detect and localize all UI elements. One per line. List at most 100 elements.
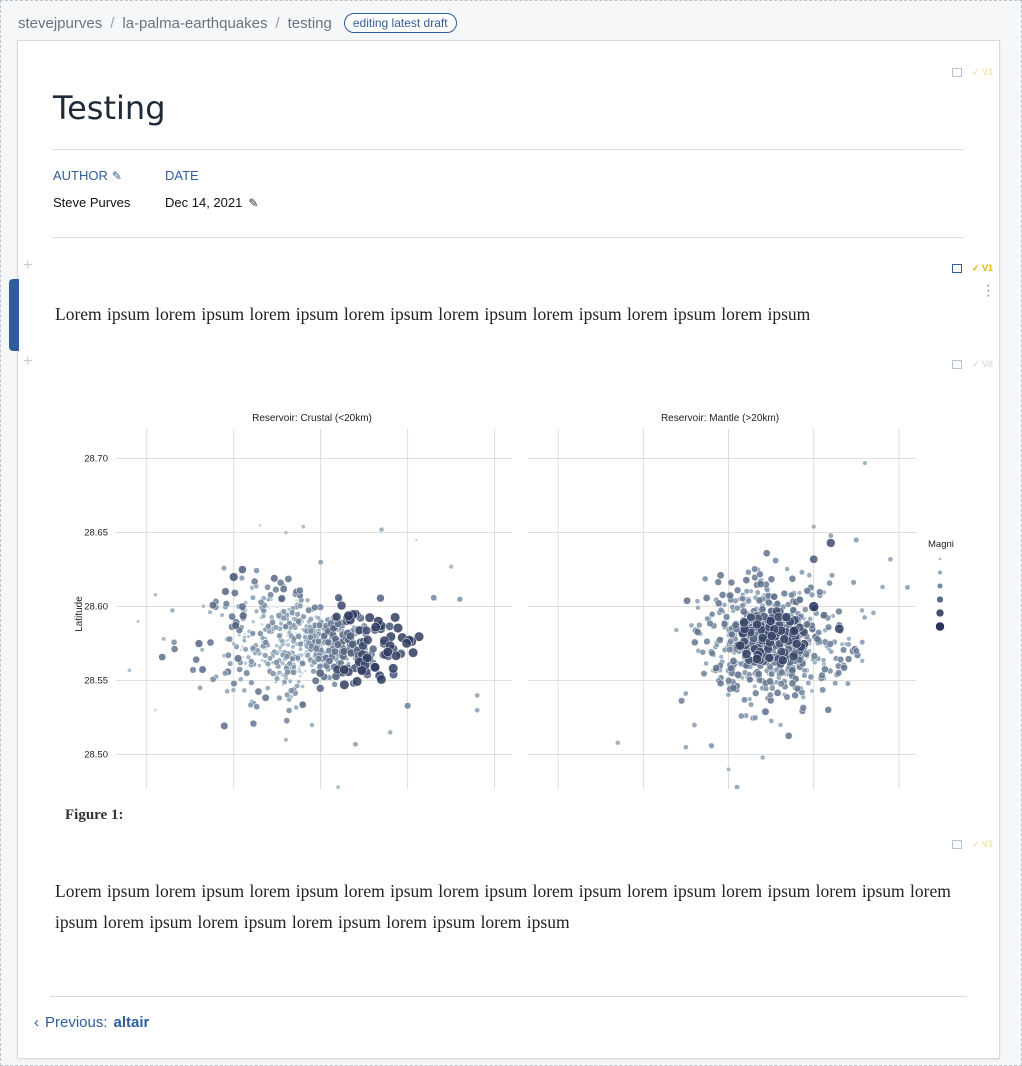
data-point xyxy=(298,646,304,652)
add-block-icon[interactable]: + xyxy=(23,257,32,275)
version-indicator[interactable]: ✓ V1 xyxy=(972,263,993,274)
data-point xyxy=(729,657,738,665)
data-point xyxy=(127,667,132,673)
data-point xyxy=(300,684,305,689)
data-point xyxy=(226,635,234,643)
legend-marker xyxy=(938,557,942,561)
data-point xyxy=(304,597,311,603)
y-tick-label: 28.65 xyxy=(84,528,108,539)
block-menu-icon[interactable]: · · · xyxy=(986,278,991,304)
data-point xyxy=(238,602,247,611)
data-point xyxy=(261,693,270,702)
data-point xyxy=(789,606,797,614)
data-point xyxy=(260,622,264,627)
data-point xyxy=(754,589,761,596)
active-block-handle[interactable] xyxy=(9,279,19,351)
paragraph-1[interactable]: Lorem ipsum lorem ipsum lorem ipsum lore… xyxy=(55,299,970,330)
paragraph-block-tools: ✓ V1 xyxy=(951,839,993,850)
data-point xyxy=(230,589,239,597)
breadcrumb-project-link[interactable]: la-palma-earthquakes xyxy=(122,15,267,32)
data-point xyxy=(290,669,297,676)
data-point xyxy=(219,612,225,618)
data-point xyxy=(297,602,304,610)
date-label: DATE xyxy=(165,168,199,183)
comment-icon[interactable] xyxy=(951,360,962,369)
page-title[interactable]: Testing xyxy=(53,89,166,127)
data-point xyxy=(404,702,412,710)
paragraph-2[interactable]: Lorem ipsum lorem ipsum lorem ipsum lore… xyxy=(55,876,970,938)
data-point xyxy=(189,666,197,674)
figure-caption: Figure 1: xyxy=(65,807,124,823)
edit-author-icon[interactable]: ✎ xyxy=(112,169,122,183)
footer-divider xyxy=(50,996,967,997)
data-point xyxy=(683,744,689,751)
article-card: ✓ V1 Testing AUTHOR ✎ Steve Purves DATE … xyxy=(9,40,1000,1059)
data-point xyxy=(248,658,255,665)
author-name[interactable]: Steve Purves xyxy=(53,195,130,210)
data-point xyxy=(283,737,289,743)
date-value[interactable]: Dec 14, 2021 xyxy=(165,195,242,210)
data-point xyxy=(330,647,339,656)
data-point xyxy=(816,588,824,596)
data-point xyxy=(802,620,811,629)
breadcrumb-article-link[interactable]: testing xyxy=(288,15,332,32)
data-point xyxy=(691,722,698,728)
data-point xyxy=(161,636,167,642)
data-point xyxy=(408,647,419,658)
data-point xyxy=(378,526,385,533)
comment-icon[interactable] xyxy=(951,264,962,273)
data-point xyxy=(824,623,833,631)
data-point xyxy=(741,649,752,659)
data-point xyxy=(777,722,784,728)
data-point xyxy=(283,717,291,725)
data-point xyxy=(845,641,852,648)
data-point xyxy=(739,595,746,603)
version-indicator[interactable]: ✓ V1 xyxy=(972,67,993,78)
data-point xyxy=(272,585,280,594)
data-point xyxy=(702,594,711,602)
data-point xyxy=(777,680,785,688)
draft-status-badge: editing latest draft xyxy=(343,13,457,33)
version-indicator[interactable]: ✓ V1 xyxy=(972,839,993,850)
data-point xyxy=(682,690,689,697)
data-point xyxy=(788,574,797,583)
data-point xyxy=(296,586,304,595)
earthquake-scatter-figure[interactable]: Reservoir: Crustal (<20km)−17.95−17.90−1… xyxy=(54,369,954,789)
data-point xyxy=(302,634,308,640)
data-point xyxy=(370,662,381,673)
data-point xyxy=(153,592,158,598)
data-point xyxy=(778,668,786,677)
data-point xyxy=(788,679,797,688)
data-point xyxy=(688,622,695,629)
data-point xyxy=(870,610,877,616)
edit-date-icon[interactable]: ✎ xyxy=(248,196,258,210)
breadcrumb-org-link[interactable]: stevejpurves xyxy=(18,15,102,32)
data-point xyxy=(819,686,827,694)
data-point xyxy=(239,648,243,652)
data-point xyxy=(430,594,438,602)
data-point xyxy=(279,585,288,593)
add-block-icon[interactable]: + xyxy=(23,353,32,371)
legend-marker xyxy=(937,570,943,575)
data-point xyxy=(275,612,283,619)
data-point xyxy=(333,640,342,649)
data-point xyxy=(250,577,259,586)
data-point xyxy=(746,675,754,684)
data-point xyxy=(339,647,349,656)
previous-article-link[interactable]: ‹ Previous: altair xyxy=(34,1014,149,1031)
data-point xyxy=(725,692,732,698)
data-point xyxy=(316,684,325,693)
comment-icon[interactable] xyxy=(951,68,962,77)
data-point xyxy=(376,674,387,685)
data-point xyxy=(199,647,205,653)
data-point xyxy=(253,567,260,574)
data-point xyxy=(207,609,213,615)
data-point xyxy=(247,701,254,709)
data-point xyxy=(234,654,243,663)
comment-icon[interactable] xyxy=(951,840,962,849)
data-point xyxy=(727,578,736,587)
data-point xyxy=(249,719,258,728)
data-point xyxy=(731,621,740,630)
version-indicator[interactable]: ✓ V8 xyxy=(972,359,993,370)
data-point xyxy=(289,655,296,663)
